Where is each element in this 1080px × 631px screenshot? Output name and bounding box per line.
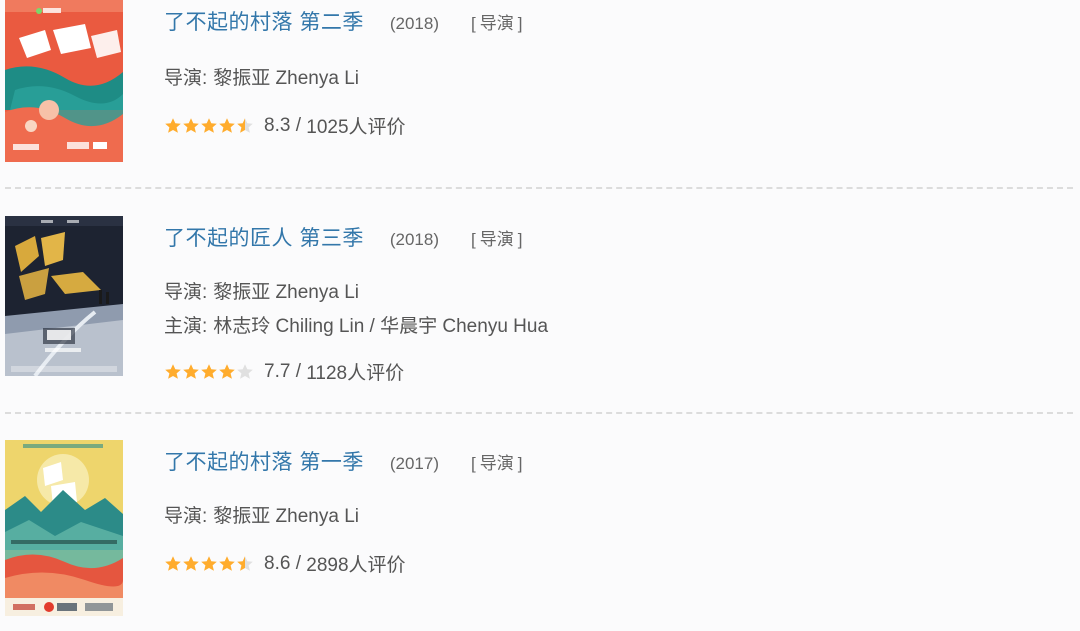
poster-image[interactable] <box>5 216 123 376</box>
rating-row: 8.6 / 2898人评价 <box>164 550 406 577</box>
rating-score: 8.3 <box>264 114 291 136</box>
rating-votes[interactable]: 1128人评价 <box>306 358 404 385</box>
item-year: (2018) <box>389 14 439 33</box>
star-full-icon <box>201 555 217 571</box>
role-label: 导演 <box>479 14 514 33</box>
item-title[interactable]: 了不起的匠人 第三季 <box>164 222 364 252</box>
star-full-icon <box>219 555 235 571</box>
divider <box>5 412 1073 414</box>
director-label: 导演: <box>164 68 208 89</box>
star-full-icon <box>165 555 181 571</box>
rating-separator: / <box>290 114 307 136</box>
rating-row: 7.7 / 1128人评价 <box>164 358 404 385</box>
poster-image[interactable] <box>5 440 123 616</box>
item-title[interactable]: 了不起的村落 第二季 <box>164 6 364 36</box>
rating-score: 8.6 <box>264 552 291 574</box>
star-full-icon <box>165 117 181 133</box>
poster-craftsman-s3-icon <box>5 216 123 376</box>
rating-votes[interactable]: 2898人评价 <box>306 550 405 577</box>
rating-score: 7.7 <box>264 360 291 382</box>
role-label: 导演 <box>479 230 514 249</box>
director-line: 导演: 黎振亚 Zhenya Li <box>164 63 359 90</box>
director-line: 导演: 黎振亚 Zhenya Li <box>164 501 359 528</box>
list-item: 了不起的村落 第一季 (2017) [导演] 导演: 黎振亚 Zhenya Li … <box>0 440 1080 620</box>
rating-separator: / <box>290 552 307 574</box>
star-rating <box>164 117 254 135</box>
item-title[interactable]: 了不起的村落 第一季 <box>164 446 364 476</box>
director-line: 导演: 黎振亚 Zhenya Li <box>164 277 359 304</box>
item-year: (2018) <box>389 230 439 249</box>
cast-label: 主演: <box>164 316 208 337</box>
rating-separator: / <box>290 360 307 382</box>
title-row: 了不起的村落 第一季 (2017) [导演] <box>164 446 526 476</box>
rating-row: 8.3 / 1025人评价 <box>164 112 406 139</box>
rating-votes[interactable]: 1025人评价 <box>306 112 405 139</box>
divider <box>5 187 1073 189</box>
cast-names[interactable]: 林志玲 Chiling Lin / 华晨宇 Chenyu Hua <box>213 316 548 337</box>
director-name[interactable]: 黎振亚 Zhenya Li <box>213 282 359 303</box>
star-full-icon <box>201 117 217 133</box>
item-year: (2017) <box>389 454 439 473</box>
poster-village-s1-icon <box>5 440 123 616</box>
director-name[interactable]: 黎振亚 Zhenya Li <box>213 506 359 527</box>
star-full-icon <box>183 555 199 571</box>
role-label: 导演 <box>479 454 514 473</box>
star-full-icon <box>219 363 235 379</box>
star-full-icon <box>201 363 217 379</box>
director-label: 导演: <box>164 282 208 303</box>
star-half-icon <box>237 555 253 571</box>
list-item: 了不起的村落 第二季 (2018) [导演] 导演: 黎振亚 Zhenya Li … <box>0 0 1080 180</box>
list-item: 了不起的匠人 第三季 (2018) [导演] 导演: 黎振亚 Zhenya Li … <box>0 216 1080 396</box>
director-label: 导演: <box>164 506 208 527</box>
director-name[interactable]: 黎振亚 Zhenya Li <box>213 68 359 89</box>
item-role: [导演] <box>470 454 523 473</box>
item-role: [导演] <box>470 230 523 249</box>
star-full-icon <box>183 117 199 133</box>
star-rating <box>164 363 254 381</box>
star-full-icon <box>219 117 235 133</box>
results-list: 了不起的村落 第二季 (2018) [导演] 导演: 黎振亚 Zhenya Li … <box>0 0 1080 631</box>
poster-village-s2-icon <box>5 0 123 162</box>
title-row: 了不起的村落 第二季 (2018) [导演] <box>164 6 526 36</box>
star-half-icon <box>237 117 253 133</box>
item-role: [导演] <box>470 14 523 33</box>
poster-image[interactable] <box>5 0 123 162</box>
star-rating <box>164 555 254 573</box>
star-full-icon <box>183 363 199 379</box>
cast-line: 主演: 林志玲 Chiling Lin / 华晨宇 Chenyu Hua <box>164 311 548 338</box>
star-empty-icon <box>237 363 253 379</box>
star-full-icon <box>165 363 181 379</box>
title-row: 了不起的匠人 第三季 (2018) [导演] <box>164 222 526 252</box>
